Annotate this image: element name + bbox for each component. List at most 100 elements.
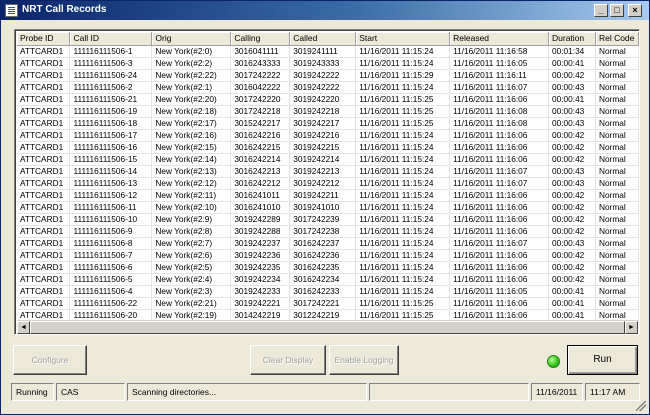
table-cell: 00:00:42 (548, 69, 596, 82)
clear-display-button[interactable]: Clear Display (250, 345, 326, 375)
table-row[interactable]: ATTCARD1 111116111506-16 New York(#2:15) 30… (17, 141, 639, 154)
table-cell: ATTCARD1 (17, 81, 71, 94)
run-button[interactable]: Run (567, 345, 638, 375)
maximize-button[interactable]: □ (610, 4, 624, 17)
table-cell: 11/16/2011 11:15:24 (355, 237, 451, 250)
table-cell: Normal (595, 117, 639, 130)
table-cell: Normal (595, 201, 639, 214)
table-cell: 3016041111 (230, 45, 291, 58)
table-row[interactable]: ATTCARD1 111116111506-6 New York(#2:5) 3019… (17, 261, 639, 274)
table-cell: 11/16/2011 11:15:24 (355, 129, 451, 142)
enable-logging-button[interactable]: Enable Logging (329, 345, 399, 375)
table-cell: Normal (595, 237, 639, 250)
table-cell: 00:00:43 (548, 177, 596, 190)
table-row[interactable]: ATTCARD1 111116111506-2 New York(#2:1) 3016… (17, 81, 639, 94)
scroll-left-icon[interactable]: ◄ (17, 321, 30, 334)
table-row[interactable]: ATTCARD1 111116111506-13 New York(#2:12) 30… (17, 177, 639, 190)
table-cell: ATTCARD1 (17, 273, 71, 286)
table-cell: ATTCARD1 (17, 237, 71, 250)
column-header[interactable]: Start (355, 32, 451, 46)
table-cell: 00:00:43 (548, 81, 596, 94)
table-cell: 111116111506-1 (69, 45, 153, 58)
table-cell: 11/16/2011 11:16:58 (449, 45, 549, 58)
title-bar[interactable]: NRT Call Records _ □ × (1, 1, 649, 20)
table-cell: 3019242212 (289, 177, 357, 190)
table-cell: 3019242220 (289, 93, 357, 106)
table-cell: Normal (595, 165, 639, 178)
table-cell: Normal (595, 273, 639, 286)
table-row[interactable]: ATTCARD1 111116111506-4 New York(#2:3) 3019… (17, 285, 639, 298)
table-row[interactable]: ATTCARD1 111116111506-3 New York(#2:2) 3016… (17, 57, 639, 70)
table-row[interactable]: ATTCARD1 111116111506-14 New York(#2:13) 30… (17, 165, 639, 178)
table-cell: 3019242235 (230, 261, 291, 274)
table-row[interactable]: ATTCARD1 111116111506-8 New York(#2:7) 3019… (17, 237, 639, 250)
app-window: NRT Call Records _ □ × Probe ID Call ID Or… (0, 0, 650, 415)
table-cell: New York(#2:0) (151, 45, 232, 58)
minimize-button[interactable]: _ (594, 4, 608, 17)
table-cell: 11/16/2011 11:16:05 (449, 285, 549, 298)
table-cell: Normal (595, 297, 639, 310)
table-cell: 3019242237 (230, 237, 291, 250)
table-cell: Normal (595, 153, 639, 166)
table-cell: Normal (595, 285, 639, 298)
table-row[interactable]: ATTCARD1 111116111506-10 New York(#2:9) 301… (17, 213, 639, 226)
horizontal-scrollbar[interactable]: ◄ ► (17, 320, 638, 334)
column-header[interactable]: Orig (151, 32, 232, 46)
table-cell: 3019242216 (289, 129, 357, 142)
table-cell: ATTCARD1 (17, 189, 71, 202)
table-cell: 3017242220 (230, 93, 291, 106)
table-cell: New York(#2:20) (151, 93, 232, 106)
table-cell: 111116111506-9 (69, 225, 153, 238)
table-row[interactable]: ATTCARD1 111116111506-12 New York(#2:11) 30… (17, 189, 639, 202)
table-cell: New York(#2:18) (151, 105, 232, 118)
table-cell: 00:00:42 (548, 153, 596, 166)
table-cell: 3016241010 (230, 201, 291, 214)
table-row[interactable]: ATTCARD1 111116111506-11 New York(#2:10) 30… (17, 201, 639, 214)
call-records-grid[interactable]: Probe ID Call ID Orig Calling Called Start Rel… (14, 29, 640, 335)
table-cell: 00:00:41 (548, 57, 596, 70)
column-header[interactable]: Called (289, 32, 357, 46)
scroll-thumb[interactable] (30, 321, 625, 334)
table-cell: ATTCARD1 (17, 261, 71, 274)
table-cell: 3016242235 (289, 261, 357, 274)
table-cell: 11/16/2011 11:16:07 (449, 81, 549, 94)
table-row[interactable]: ATTCARD1 111116111506-19 New York(#2:18) 30… (17, 105, 639, 118)
table-cell: 11/16/2011 11:15:24 (355, 57, 451, 70)
table-row[interactable]: ATTCARD1 111116111506-9 New York(#2:8) 3019… (17, 225, 639, 238)
table-cell: 00:00:43 (548, 237, 596, 250)
column-header[interactable]: Call ID (69, 32, 153, 46)
table-cell: 111116111506-7 (69, 249, 153, 262)
table-cell: 11/16/2011 11:15:24 (355, 285, 451, 298)
table-row[interactable]: ATTCARD1 111116111506-1 New York(#2:0) 3016… (17, 45, 639, 58)
table-cell: 00:00:42 (548, 129, 596, 142)
resize-grip-icon[interactable] (636, 401, 646, 411)
close-button[interactable]: × (628, 4, 642, 17)
table-cell: 11/16/2011 11:16:06 (449, 153, 549, 166)
table-cell: 11/16/2011 11:16:08 (449, 105, 549, 118)
column-header[interactable]: Rel Code (595, 32, 639, 46)
configure-button[interactable]: Configure (13, 345, 87, 375)
table-cell: 111116111506-3 (69, 57, 153, 70)
column-header[interactable]: Duration (548, 32, 596, 46)
table-cell: 3019242215 (289, 141, 357, 154)
table-cell: 11/16/2011 11:16:08 (449, 117, 549, 130)
column-header[interactable]: Calling (230, 32, 291, 46)
column-header[interactable]: Probe ID (17, 32, 71, 46)
column-header[interactable]: Released (449, 32, 549, 46)
table-cell: 111116111506-18 (69, 117, 153, 130)
table-cell: 3019241111 (289, 45, 357, 58)
table-cell: 11/16/2011 11:15:24 (355, 141, 451, 154)
table-row[interactable]: ATTCARD1 111116111506-7 New York(#2:6) 3019… (17, 249, 639, 262)
table-row[interactable]: ATTCARD1 111116111506-22 New York(#2:21) 30… (17, 297, 639, 310)
table-cell: 3016241011 (230, 189, 291, 202)
table-row[interactable]: ATTCARD1 111116111506-18 New York(#2:17) 30… (17, 117, 639, 130)
table-cell: 111116111506-17 (69, 129, 153, 142)
table-cell: 3016242233 (289, 285, 357, 298)
scroll-right-icon[interactable]: ► (625, 321, 638, 334)
table-row[interactable]: ATTCARD1 111116111506-24 New York(#2:22) 30… (17, 69, 639, 82)
table-row[interactable]: ATTCARD1 111116111506-17 New York(#2:16) 30… (17, 129, 639, 142)
table-row[interactable]: ATTCARD1 111116111506-15 New York(#2:14) 30… (17, 153, 639, 166)
table-row[interactable]: ATTCARD1 111116111506-5 New York(#2:4) 3019… (17, 273, 639, 286)
table-cell: 3016242236 (289, 249, 357, 262)
table-row[interactable]: ATTCARD1 111116111506-21 New York(#2:20) 30… (17, 93, 639, 106)
